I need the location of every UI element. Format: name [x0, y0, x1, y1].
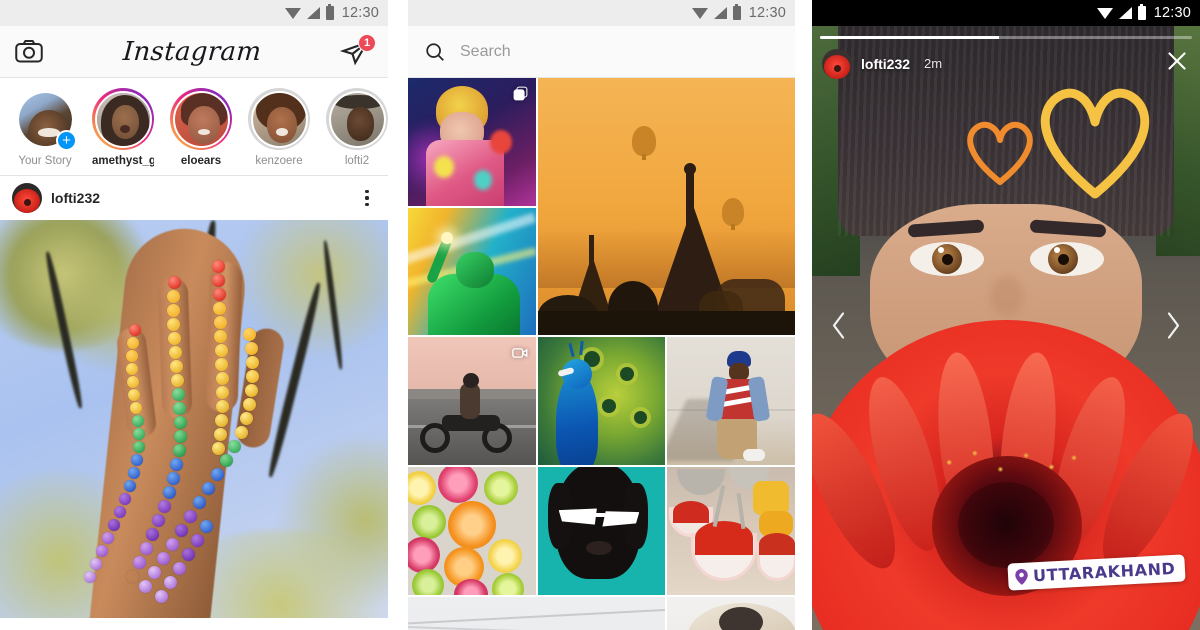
location-label: UTTARAKHAND — [1032, 558, 1176, 586]
explore-tile-spice-market-bowls[interactable] — [667, 467, 795, 595]
explore-tile-hot-air-balloons-bagan-temples[interactable] — [537, 78, 795, 336]
direct-messages-button[interactable]: 1 — [339, 33, 376, 67]
post-image[interactable] — [0, 220, 388, 618]
story-progress-segment — [820, 36, 1192, 39]
explore-tile-holi-festival-woman[interactable] — [408, 78, 536, 206]
story-username[interactable]: lofti232 — [861, 56, 910, 72]
explore-tile-dancer-blue-beanie[interactable] — [667, 337, 795, 465]
search-icon — [426, 42, 444, 61]
search-input[interactable]: Search — [460, 43, 511, 61]
chevron-left-icon[interactable] — [826, 309, 850, 348]
screenshot-stage: 12:30 Instagram 1 + Your Story amethyst_… — [0, 0, 1200, 630]
explore-grid[interactable] — [408, 78, 795, 630]
explore-tile-dog-nose[interactable] — [667, 596, 795, 630]
explore-tile-white-textured-surface[interactable] — [408, 596, 666, 630]
story-item-amethyst-grl[interactable]: amethyst_grl — [92, 88, 154, 167]
location-pin-icon — [1015, 568, 1028, 585]
status-bar-time: 12:30 — [341, 5, 379, 21]
close-icon[interactable] — [1164, 48, 1190, 79]
story-media[interactable]: lofti232 2m UTTARAKHAND — [812, 26, 1200, 630]
story-timestamp: 2m — [924, 56, 943, 71]
video-icon — [511, 344, 529, 367]
status-bar-feed: 12:30 — [0, 0, 388, 26]
stories-tray[interactable]: + Your Story amethyst_grl — [0, 78, 388, 176]
phone-explore-screen: 12:30 Search — [408, 0, 795, 630]
story-item-your-story[interactable]: + Your Story — [14, 88, 77, 167]
story-ring — [326, 88, 388, 150]
explore-tile-motorcycle-rider[interactable] — [408, 337, 536, 465]
page-title: Instagram — [121, 36, 263, 67]
phone-feed-screen: 12:30 Instagram 1 + Your Story amethyst_… — [0, 0, 388, 630]
story-ring — [92, 88, 154, 150]
post-header: lofti232 — [0, 176, 388, 220]
signal-icon — [1118, 7, 1132, 19]
post-username[interactable]: lofti232 — [51, 190, 349, 206]
status-bar-time: 12:30 — [1153, 5, 1191, 21]
battery-icon — [325, 4, 334, 20]
explore-tile-woman-white-sunglasses-teal[interactable] — [537, 467, 666, 595]
status-bar-explore: 12:30 — [408, 0, 795, 26]
phone-story-screen: 12:30 lofti232 2m UTTARAKHAND — [812, 0, 1200, 630]
signal-icon — [306, 7, 320, 19]
add-story-plus-icon[interactable]: + — [56, 130, 77, 151]
explore-tile-citrus-fruit-slices[interactable] — [408, 467, 536, 595]
carousel-icon — [512, 85, 529, 107]
story-ring — [170, 88, 232, 150]
story-ring: + — [14, 88, 77, 151]
search-bar[interactable]: Search — [408, 26, 795, 78]
status-bar-story: 12:30 — [812, 0, 1200, 26]
avatar[interactable] — [12, 183, 42, 213]
story-label: kenzoere — [255, 155, 303, 167]
wifi-icon — [691, 7, 708, 19]
story-item-eloears[interactable]: eloears — [170, 88, 232, 167]
avatar[interactable] — [822, 48, 852, 79]
heart-large — [1040, 88, 1150, 199]
heart-small — [967, 121, 1033, 185]
wifi-icon — [284, 7, 301, 19]
story-item-lofti2[interactable]: lofti2 — [326, 88, 388, 167]
avatar — [172, 90, 230, 148]
signal-icon — [713, 7, 727, 19]
status-bar-time: 12:30 — [748, 5, 786, 21]
story-label: Your Story — [18, 155, 72, 167]
explore-tile-green-lit-singer[interactable] — [408, 207, 536, 336]
instagram-app-bar: Instagram 1 — [0, 26, 388, 78]
battery-icon — [1137, 4, 1146, 20]
panel-gap-1 — [388, 0, 408, 630]
story-header: lofti232 2m — [822, 48, 1190, 79]
unread-badge: 1 — [358, 33, 376, 52]
battery-icon — [732, 4, 741, 20]
chevron-right-icon[interactable] — [1162, 309, 1186, 348]
avatar — [250, 90, 308, 148]
wifi-icon — [1096, 7, 1113, 19]
avatar — [94, 90, 152, 148]
camera-icon[interactable] — [14, 37, 44, 67]
panel-gap-2 — [795, 0, 812, 630]
more-options-icon[interactable] — [358, 190, 376, 206]
story-label: lofti2 — [344, 155, 370, 167]
explore-tile-peacock[interactable] — [537, 337, 666, 465]
story-ring — [248, 88, 310, 150]
story-item-kenzoere[interactable]: kenzoere — [248, 88, 310, 167]
avatar — [328, 90, 386, 148]
story-label: amethyst_grl — [92, 155, 154, 167]
story-label: eloears — [180, 155, 222, 167]
story-progress-bar — [820, 36, 1192, 39]
